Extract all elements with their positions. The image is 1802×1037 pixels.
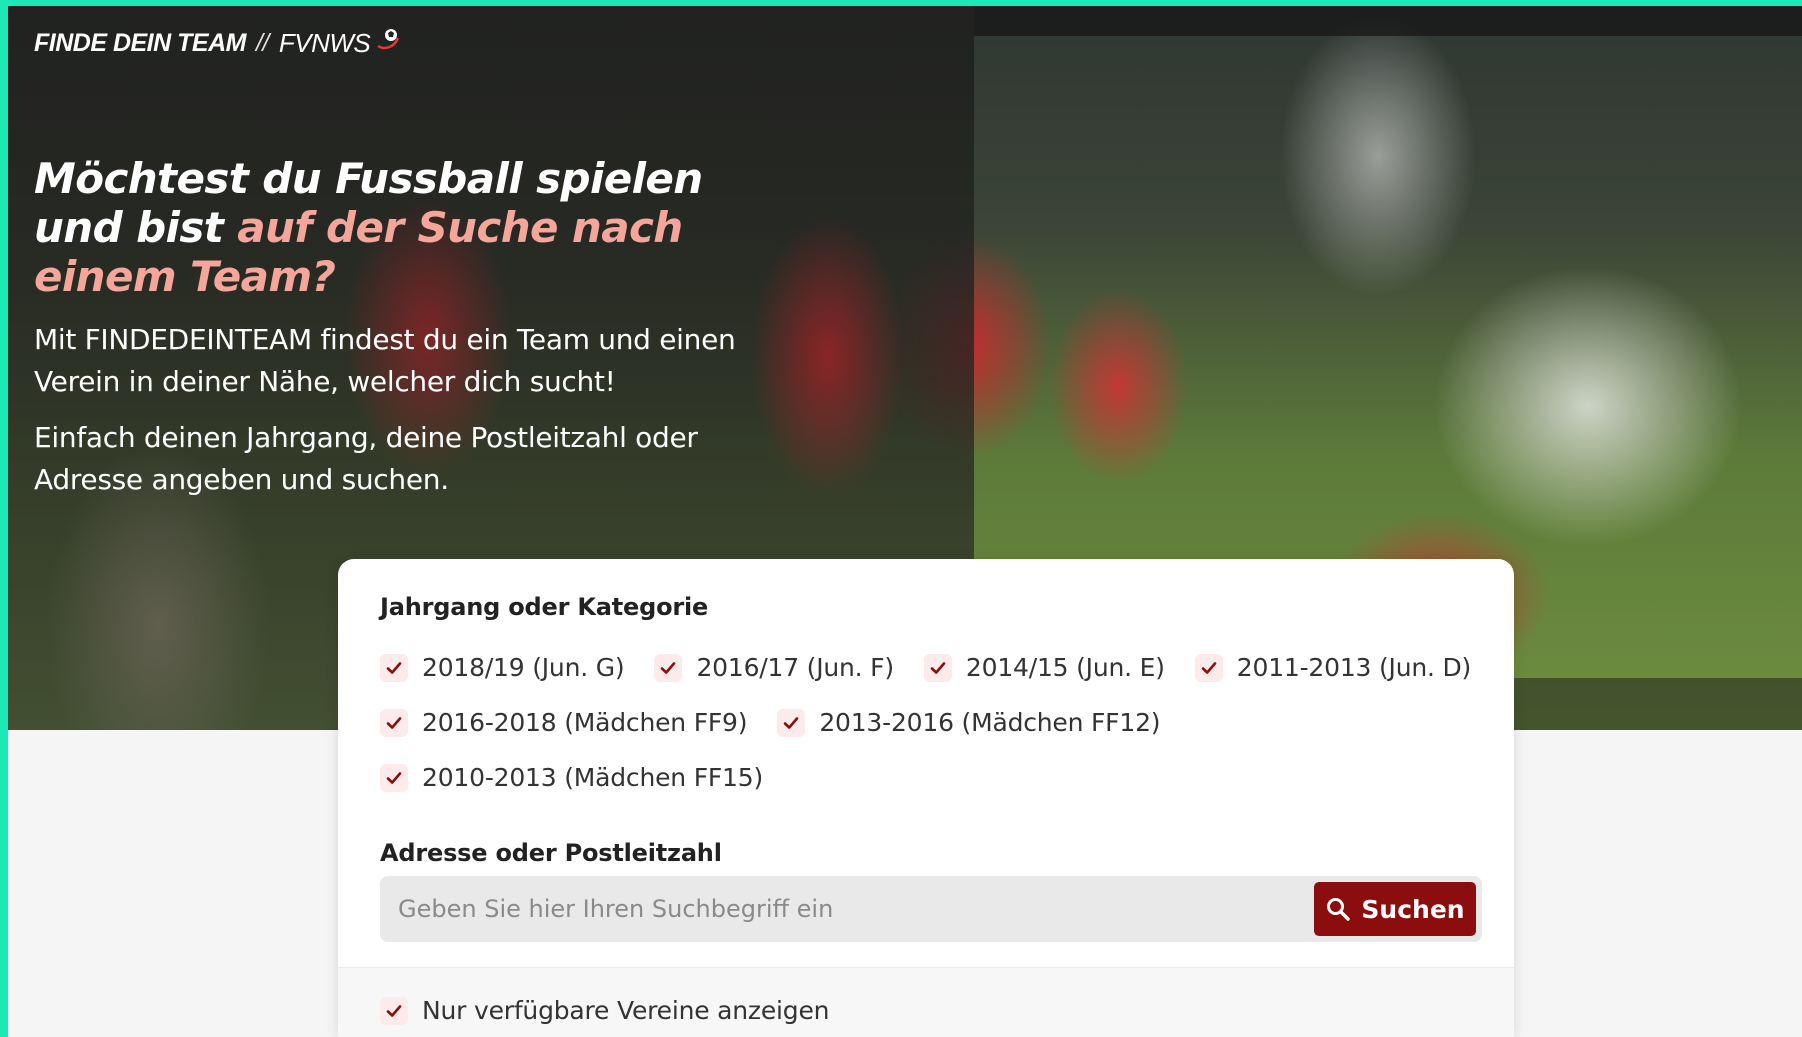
hero-headline: Möchtest du Fussball spielen und bist au… [34,154,734,301]
check-icon [930,661,946,674]
category-row-2: 2016-2018 (Mädchen FF9) 2013-2016 (Mädch… [380,708,1190,737]
category-label: Jahrgang oder Kategorie [380,593,709,621]
check-icon [386,771,402,784]
search-icon [1327,898,1351,921]
checkbox[interactable] [923,653,952,682]
checkbox-label: Nur verfügbare Vereine anzeigen [422,996,830,1025]
checkbox[interactable] [380,653,408,682]
search-button[interactable]: Suchen [1314,882,1476,936]
checkbox[interactable] [1194,653,1223,682]
checkbox-label: 2011-2013 (Jun. D) [1236,653,1472,682]
checkbox[interactable] [777,708,806,737]
category-checkbox-ff15[interactable]: 2010-2013 (Mädchen FF15) [380,763,763,792]
check-icon [386,661,402,674]
search-input[interactable] [380,876,1300,942]
search-button-label: Suchen [1361,894,1465,924]
available-only-checkbox[interactable]: Nur verfügbare Vereine anzeigen [380,996,829,1025]
checkbox[interactable] [380,708,408,737]
check-icon [784,716,799,729]
intro-paragraph-1: Mit FINDEDEINTEAM findest du ein Team un… [34,323,736,398]
checkbox-label: 2013-2016 (Mädchen FF12) [819,708,1161,737]
football-logo-icon [374,26,400,52]
checkbox[interactable] [654,653,683,682]
category-checkbox-2011-2013[interactable]: 2011-2013 (Jun. D) [1194,653,1472,682]
hero-bottom-band [1508,678,1802,730]
card-footer: Nur verfügbare Vereine anzeigen [338,967,1514,1037]
checkbox[interactable] [380,763,408,792]
search-card: Jahrgang oder Kategorie 2018/19 (Jun. G)… [338,559,1514,1037]
category-row-3: 2010-2013 (Mädchen FF15) [380,763,793,792]
checkbox-label: 2014/15 (Jun. E) [965,653,1165,682]
checkbox-label: 2016/17 (Jun. F) [696,653,894,682]
check-icon [386,1004,402,1017]
brand-title: FINDE DEIN TEAM [34,29,246,57]
checkbox[interactable] [380,996,408,1025]
hero-top-band [974,6,1802,36]
search-bar: Suchen [380,876,1482,942]
category-row-1: 2018/19 (Jun. G) 2016/17 (Jun. F) 2014/1… [380,653,1501,682]
page: FINDE DEIN TEAM // FVNWS Möchtest du Fus… [8,6,1802,1037]
check-icon [661,661,676,674]
check-icon [1201,661,1217,674]
category-checkbox-ff9[interactable]: 2016-2018 (Mädchen FF9) [380,708,748,737]
brand-separator: // [255,29,269,57]
category-checkbox-ff12[interactable]: 2013-2016 (Mädchen FF12) [777,708,1161,737]
category-checkbox-2016-17[interactable]: 2016/17 (Jun. F) [654,653,894,682]
category-checkbox-2014-15[interactable]: 2014/15 (Jun. E) [923,653,1165,682]
checkbox-label: 2016-2018 (Mädchen FF9) [422,708,748,737]
partner-logo-text: FVNWS [278,28,371,58]
hero-intro: Mit FINDEDEINTEAM findest du ein Team un… [34,319,774,515]
brand-logo[interactable]: FINDE DEIN TEAM // FVNWS [34,28,400,59]
address-label: Adresse oder Postleitzahl [380,839,722,867]
intro-paragraph-2: Einfach deinen Jahrgang, deine Postleitz… [34,421,698,496]
available-row: Nur verfügbare Vereine anzeigen [380,996,859,1025]
checkbox-label: 2018/19 (Jun. G) [422,653,625,682]
category-checkbox-2018-19[interactable]: 2018/19 (Jun. G) [380,653,625,682]
checkbox-label: 2010-2013 (Mädchen FF15) [422,763,764,792]
check-icon [386,716,402,729]
